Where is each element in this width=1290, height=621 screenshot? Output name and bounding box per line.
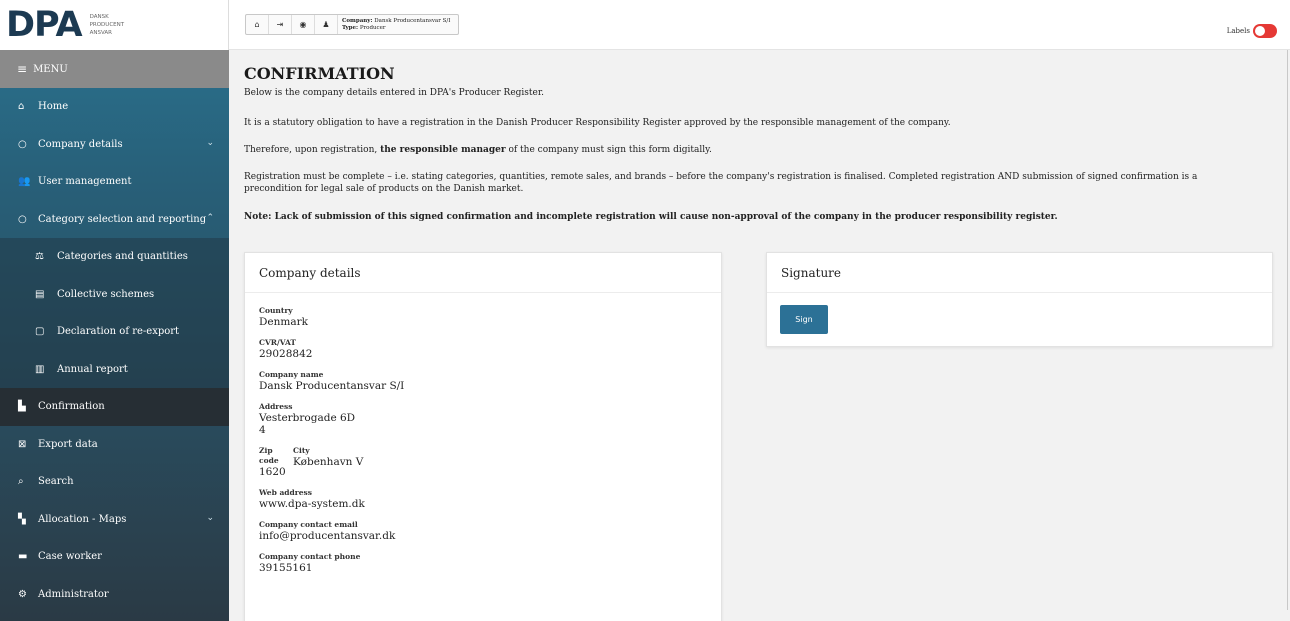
cvr-value: 29028842 [259, 348, 313, 360]
labels-toggle[interactable] [1253, 24, 1277, 38]
sign-out-icon: ⇥ [276, 20, 284, 29]
home-icon: ⌂ [18, 101, 25, 113]
sidebar-item-categories-quantities[interactable]: ⚖ Categories and quantities [0, 238, 229, 276]
sidebar-item-label: Company details [38, 138, 123, 150]
logout-button[interactable]: ⇥ [269, 15, 292, 34]
sidebar-item-confirmation[interactable]: ▙ Confirmation [0, 388, 229, 426]
signature-card: Signature Sign [766, 252, 1273, 347]
database-icon: ▬ [18, 551, 28, 563]
statutory-text: It is a statutory obligation to have a r… [244, 118, 951, 128]
company-name-label: Company name [259, 370, 324, 379]
sidebar-item-label: User management [38, 176, 132, 188]
sidebar-item-case-worker[interactable]: ▬ Case worker [0, 538, 229, 576]
sidebar-item-administrator[interactable]: ⚙ Administrator [0, 576, 229, 614]
sidebar-item-label: Home [38, 101, 69, 113]
city-label: City [293, 446, 310, 455]
logo-subtitle: DANSK PRODUCENT ANSVAR [89, 14, 125, 36]
card-title: Signature [767, 253, 1272, 293]
menu-label: MENU [33, 63, 68, 75]
logo[interactable]: DPA DANSK PRODUCENT ANSVAR [0, 0, 229, 50]
toggle-knob [1255, 26, 1265, 36]
hamburger-icon: ≡ [17, 62, 28, 76]
file-check-icon: ▙ [18, 401, 26, 413]
country-label: Country [259, 306, 293, 315]
sidebar-item-allocation-maps[interactable]: ▚ Allocation - Maps ⌄ [0, 501, 229, 539]
balance-scale-icon: ⚖ [35, 251, 44, 263]
company-name-value: Dansk Producentansvar S/I [259, 380, 405, 392]
city-value: København V [293, 456, 364, 468]
bar-chart-icon: ▥ [35, 363, 45, 375]
phone-label: Company contact phone [259, 552, 361, 561]
user-icon: ♟ [322, 20, 330, 29]
document-icon: ▢ [35, 326, 45, 338]
map-icon: ▚ [18, 513, 26, 525]
sidebar-item-label: Confirmation [38, 401, 105, 413]
cvr-label: CVR/VAT [259, 338, 296, 347]
sidebar-item-label: Administrator [38, 588, 109, 600]
sign-button[interactable]: Sign [780, 305, 828, 334]
email-value: info@producentansvar.dk [259, 530, 396, 542]
sidebar-item-label: Case worker [38, 551, 102, 563]
circle-icon: ○ [18, 138, 27, 150]
sidebar-item-export-data[interactable]: ⊠ Export data [0, 426, 229, 464]
web-value: www.dpa-system.dk [259, 498, 365, 510]
globe-icon: ◉ [299, 20, 307, 29]
sidebar-item-label: Declaration of re-export [57, 326, 180, 338]
export-icon: ⊠ [18, 438, 27, 450]
labels-control: Labels [1227, 24, 1277, 38]
note-text: Note: Lack of submission of this signed … [244, 212, 1058, 222]
chevron-up-icon: ⌃ [206, 212, 214, 223]
sidebar-item-label: Search [38, 476, 74, 488]
sidebar-item-label: Allocation - Maps [38, 513, 127, 525]
sidebar-item-home[interactable]: ⌂ Home [0, 88, 229, 126]
document-list-icon: ▤ [35, 288, 45, 300]
top-bar: ⌂ ⇥ ◉ ♟ Company: Dansk Producentansvar S… [229, 0, 1290, 50]
sidebar-item-category-selection[interactable]: ○ Category selection and reporting ⌃ [0, 201, 229, 239]
sidebar-item-label: Categories and quantities [57, 251, 188, 263]
main-content: CONFIRMATION Below is the company detail… [229, 51, 1286, 621]
zip-label: Zip code [259, 446, 279, 465]
scrollbar[interactable] [1287, 50, 1288, 610]
chevron-down-icon: ⌄ [206, 137, 214, 148]
country-value: Denmark [259, 316, 308, 328]
cogs-icon: ⚙ [18, 588, 27, 600]
sidebar-item-search[interactable]: ⌕ Search [0, 463, 229, 501]
toolbar: ⌂ ⇥ ◉ ♟ Company: Dansk Producentansvar S… [245, 14, 460, 35]
sidebar-item-label: Export data [38, 438, 98, 450]
phone-value: 39155161 [259, 562, 313, 574]
sidebar-item-collective-schemes[interactable]: ▤ Collective schemes [0, 275, 229, 313]
web-label: Web address [259, 488, 312, 497]
sign-instruction-text: Therefore, upon registration, the respon… [244, 145, 712, 155]
sidebar-item-user-management[interactable]: 👥 User management [0, 163, 229, 201]
zip-city-row: Zip code 1620 City København V [259, 446, 721, 488]
globe-button[interactable]: ◉ [292, 15, 315, 34]
circle-icon: ○ [18, 213, 27, 225]
company-details-card: Company details Country Denmark CVR/VAT … [244, 252, 722, 621]
menu-toggle[interactable]: ≡ MENU [0, 50, 229, 88]
card-title: Company details [245, 253, 721, 293]
sidebar-item-label: Category selection and reporting [38, 213, 207, 225]
address-label: Address [259, 402, 293, 411]
sidebar-item-declaration-reexport[interactable]: ▢ Declaration of re-export [0, 313, 229, 351]
search-icon: ⌕ [18, 476, 24, 488]
company-info: Company: Dansk Producentansvar S/I Type:… [342, 17, 451, 31]
registration-text: Registration must be complete – i.e. sta… [244, 172, 1198, 194]
chevron-down-icon: ⌄ [206, 512, 214, 523]
logo-text: DPA [6, 4, 83, 45]
home-button[interactable]: ⌂ [246, 15, 269, 34]
sidebar-item-company-details[interactable]: ○ Company details ⌄ [0, 126, 229, 164]
intro-text: Below is the company details entered in … [244, 88, 545, 98]
sidebar: DPA DANSK PRODUCENT ANSVAR ≡ MENU ⌂ Home… [0, 0, 229, 621]
sidebar-item-label: Collective schemes [57, 288, 155, 300]
sidebar-item-annual-report[interactable]: ▥ Annual report [0, 350, 229, 388]
address-value: Vesterbrogade 6D 4 [259, 412, 356, 436]
labels-text: Labels [1226, 27, 1250, 35]
email-label: Company contact email [259, 520, 358, 529]
zip-value: 1620 [259, 466, 286, 478]
sidebar-item-label: Annual report [57, 363, 128, 375]
home-icon: ⌂ [254, 20, 260, 29]
users-icon: 👥 [18, 176, 31, 188]
user-button[interactable]: ♟ [315, 15, 338, 34]
page-title: CONFIRMATION [244, 64, 395, 83]
